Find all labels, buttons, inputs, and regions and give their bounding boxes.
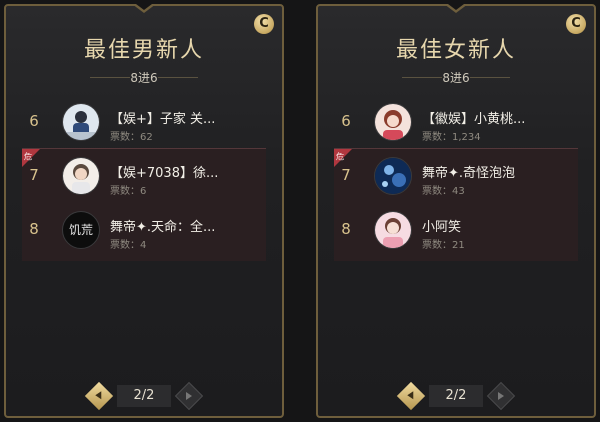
pagination: 2/2	[84, 381, 204, 411]
vote-count: 票数：6	[110, 186, 147, 197]
panel-title: 最佳男新人	[83, 38, 204, 63]
rank-number: 7	[341, 166, 351, 184]
panel-title: 最佳女新人	[395, 38, 516, 63]
next-page-button[interactable]	[174, 381, 204, 411]
rank-number: 6	[29, 112, 39, 130]
panel-subtitle: 8进6	[442, 71, 470, 85]
nominee-name[interactable]: 舞帝✦.天命：全...	[110, 216, 260, 235]
nominee-row[interactable]: 7 舞帝✦.奇怪泡泡 票数：43	[334, 152, 578, 198]
prev-page-button[interactable]	[396, 381, 426, 411]
vote-count: 票数：4	[110, 240, 147, 251]
panel-subtitle: 8进6	[130, 71, 158, 85]
nominee-row[interactable]: 8 小阿笑 票数：21	[334, 206, 578, 252]
rank-number: 8	[341, 220, 351, 238]
nominee-list: 6 【徽娱】小黄桃... 票数：1,234 7 舞帝✦.奇怪泡泡 票数：43 8…	[334, 98, 578, 260]
avatar[interactable]	[374, 211, 412, 249]
divider	[158, 77, 198, 78]
best-female-newcomer-panel: C 最佳女新人 8进6 危 6 【徽娱】小黄桃... 票数：1,234 7 舞帝…	[316, 4, 596, 418]
nominee-name[interactable]: 【娱+】子家 关...	[110, 108, 260, 127]
nominee-name[interactable]: 【徽娱】小黄桃...	[422, 108, 572, 127]
rank-number: 6	[341, 112, 351, 130]
vote-count: 票数：21	[422, 240, 465, 251]
nominee-name[interactable]: 舞帝✦.奇怪泡泡	[422, 162, 572, 181]
avatar[interactable]: 饥荒	[62, 211, 100, 249]
nominee-name[interactable]: 小阿笑	[422, 216, 572, 235]
vote-count: 票数：62	[110, 132, 153, 143]
best-male-newcomer-panel: C 最佳男新人 8进6 危 6 【娱+】子家 关... 票数：62 7 【娱+7…	[4, 4, 284, 418]
avatar[interactable]	[374, 103, 412, 141]
avatar[interactable]	[374, 157, 412, 195]
coin-icon[interactable]: C	[254, 14, 274, 34]
nominee-row[interactable]: 7 【娱+7038】徐... 票数：6	[22, 152, 266, 198]
pagination: 2/2	[396, 381, 516, 411]
vote-count: 票数：43	[422, 186, 465, 197]
nominee-row[interactable]: 6 【徽娱】小黄桃... 票数：1,234	[334, 98, 578, 144]
avatar-logo-text: 饥荒	[68, 223, 93, 237]
rank-number: 8	[29, 220, 39, 238]
rank-number: 7	[29, 166, 39, 184]
prev-page-button[interactable]	[84, 381, 114, 411]
avatar[interactable]	[62, 103, 100, 141]
avatar[interactable]	[62, 157, 100, 195]
vote-count: 票数：1,234	[422, 132, 481, 143]
page-indicator: 2/2	[429, 385, 483, 407]
divider	[470, 77, 510, 78]
page-indicator: 2/2	[117, 385, 171, 407]
nominee-name[interactable]: 【娱+7038】徐...	[110, 162, 260, 181]
coin-icon[interactable]: C	[566, 14, 586, 34]
nominee-list: 6 【娱+】子家 关... 票数：62 7 【娱+7038】徐... 票数：6 …	[22, 98, 266, 260]
nominee-row[interactable]: 6 【娱+】子家 关... 票数：62	[22, 98, 266, 144]
next-page-button[interactable]	[486, 381, 516, 411]
nominee-row[interactable]: 8 饥荒 舞帝✦.天命：全... 票数：4	[22, 206, 266, 252]
